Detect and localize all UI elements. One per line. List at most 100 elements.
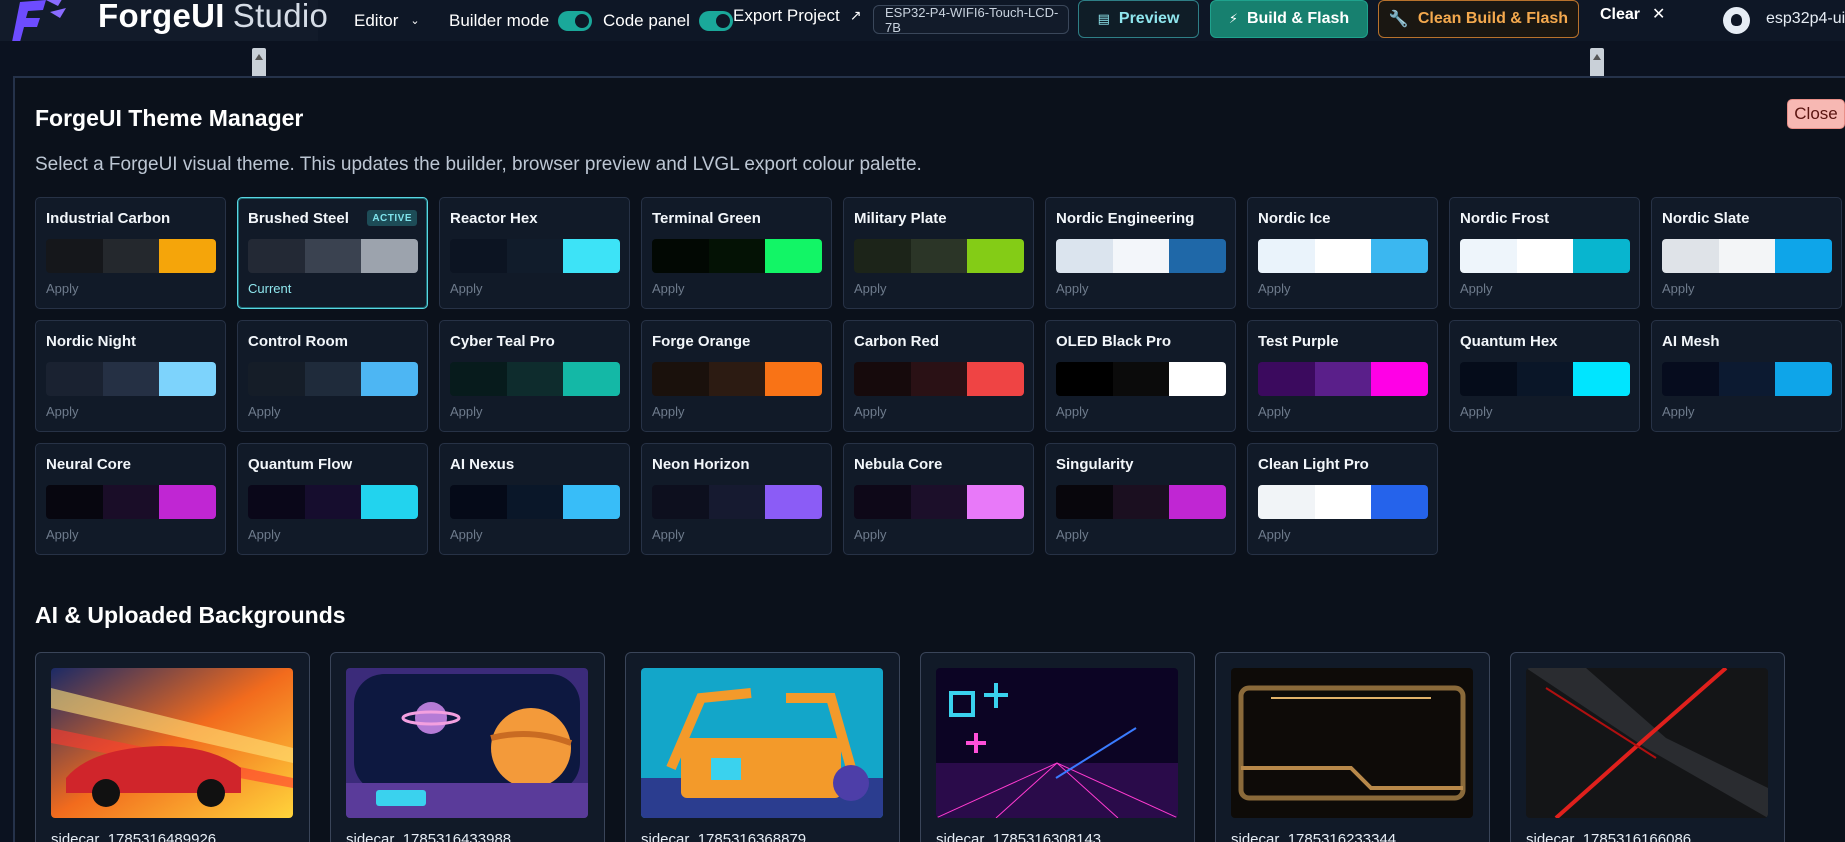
device-select[interactable]: ESP32-P4-WIFI6-Touch-LCD-7B [873, 5, 1069, 35]
apply-button[interactable]: Apply [1258, 281, 1291, 296]
apply-button[interactable]: Apply [854, 527, 887, 542]
apply-button[interactable]: Apply [1662, 281, 1695, 296]
theme-name: Quantum Flow [248, 456, 353, 473]
repo-link[interactable]: esp32p4-ui- [1766, 10, 1845, 28]
theme-name: Forge Orange [652, 333, 751, 350]
apply-button[interactable]: Apply [450, 527, 483, 542]
apply-button[interactable]: Apply [1662, 404, 1695, 419]
theme-card[interactable]: Control Room Apply [237, 320, 428, 432]
apply-button[interactable]: Apply [652, 527, 685, 542]
theme-card[interactable]: Clean Light Pro Apply [1247, 443, 1438, 555]
apply-button[interactable]: Apply [854, 281, 887, 296]
robot-factory-image[interactable] [641, 668, 883, 818]
theme-name: Control Room [248, 333, 348, 350]
neon-grid-image[interactable] [936, 668, 1178, 818]
theme-swatches [1460, 362, 1630, 396]
theme-card[interactable]: Industrial Carbon Apply [35, 197, 226, 309]
space-window-image[interactable] [346, 668, 588, 818]
close-button[interactable]: Close [1787, 99, 1845, 129]
export-project-link[interactable]: Export Project ↗ [733, 0, 862, 36]
theme-card[interactable]: Nebula Core Apply [843, 443, 1034, 555]
theme-card[interactable]: Reactor Hex Apply [439, 197, 630, 309]
theme-card[interactable]: OLED Black Pro Apply [1045, 320, 1236, 432]
scroll-up-icon[interactable] [252, 48, 266, 78]
apply-button[interactable]: Apply [46, 527, 79, 542]
theme-card[interactable]: Brushed Steel ACTIVE Current [237, 197, 428, 309]
preview-label: Preview [1118, 10, 1180, 27]
theme-card[interactable]: Singularity Apply [1045, 443, 1236, 555]
theme-card[interactable]: AI Mesh Apply [1651, 320, 1842, 432]
color-swatch [765, 362, 822, 396]
apply-button[interactable]: Apply [652, 404, 685, 419]
theme-card[interactable]: Nordic Frost Apply [1449, 197, 1640, 309]
theme-card[interactable]: Cyber Teal Pro Apply [439, 320, 630, 432]
apply-button[interactable]: Apply [1460, 404, 1493, 419]
background-card[interactable]: sidecar_1785316368879 [625, 652, 900, 842]
theme-name: Nordic Night [46, 333, 136, 350]
background-name: sidecar_1785316166086 [1526, 831, 1692, 842]
color-swatch [1112, 362, 1170, 396]
theme-name: Quantum Hex [1460, 333, 1558, 350]
apply-button[interactable]: Apply [46, 404, 79, 419]
clear-button[interactable]: Clear ✕ [1600, 4, 1665, 24]
build-flash-button[interactable]: ⚡ Build & Flash [1210, 0, 1368, 38]
apply-button[interactable]: Apply [46, 281, 79, 296]
apply-button[interactable]: Apply [450, 404, 483, 419]
github-icon[interactable] [1723, 7, 1750, 34]
theme-card[interactable]: Nordic Slate Apply [1651, 197, 1842, 309]
theme-name: OLED Black Pro [1056, 333, 1172, 350]
background-card[interactable]: sidecar_1785316433988 [330, 652, 605, 842]
theme-card[interactable]: Carbon Red Apply [843, 320, 1034, 432]
theme-card[interactable]: Quantum Hex Apply [1449, 320, 1640, 432]
preview-button[interactable]: ▤ Preview [1078, 0, 1199, 38]
builder-mode-switch[interactable] [558, 10, 593, 31]
theme-card[interactable]: Neural Core Apply [35, 443, 226, 555]
theme-card[interactable]: Nordic Ice Apply [1247, 197, 1438, 309]
clean-build-flash-label: Clean Build & Flash [1417, 10, 1569, 27]
background-card[interactable]: sidecar_1785316233344 [1215, 652, 1490, 842]
red-carbon-image[interactable] [1526, 668, 1768, 818]
sports-car-image[interactable] [51, 668, 293, 818]
theme-name: Nordic Slate [1662, 210, 1750, 227]
color-swatch [506, 485, 564, 519]
apply-button[interactable]: Apply [652, 281, 685, 296]
theme-card[interactable]: Quantum Flow Apply [237, 443, 428, 555]
theme-card[interactable]: Test Purple Apply [1247, 320, 1438, 432]
gold-panel-image[interactable] [1231, 668, 1473, 818]
theme-card[interactable]: AI Nexus Apply [439, 443, 630, 555]
apply-button[interactable]: Apply [1460, 281, 1493, 296]
code-panel-switch[interactable] [698, 10, 733, 31]
apply-button[interactable]: Apply [1258, 404, 1291, 419]
background-name: sidecar_1785316433988 [346, 831, 512, 842]
background-card[interactable]: sidecar_1785316166086 [1510, 652, 1785, 842]
color-swatch [967, 362, 1024, 396]
color-swatch [361, 362, 418, 396]
apply-button[interactable]: Apply [1258, 527, 1291, 542]
theme-swatches [450, 239, 620, 273]
theme-card[interactable]: Nordic Engineering Apply [1045, 197, 1236, 309]
apply-button[interactable]: Apply [248, 527, 281, 542]
apply-button[interactable]: Apply [854, 404, 887, 419]
clean-build-flash-button[interactable]: 🔧 Clean Build & Flash [1378, 0, 1579, 38]
theme-swatches [1662, 362, 1832, 396]
builder-mode-toggle[interactable]: Builder mode [449, 0, 593, 41]
theme-card[interactable]: Military Plate Apply [843, 197, 1034, 309]
editor-menu[interactable]: Editor ⌄ [354, 0, 420, 41]
theme-card[interactable]: Neon Horizon Apply [641, 443, 832, 555]
scroll-up-icon[interactable] [1590, 48, 1604, 78]
theme-card[interactable]: Terminal Green Apply [641, 197, 832, 309]
background-card[interactable]: sidecar_1785316489926 [35, 652, 310, 842]
color-swatch [248, 362, 305, 396]
apply-button[interactable]: Apply [1056, 404, 1089, 419]
color-swatch [1573, 239, 1630, 273]
code-panel-toggle[interactable]: Code panel [603, 0, 733, 41]
color-swatch [1314, 239, 1372, 273]
apply-button[interactable]: Apply [450, 281, 483, 296]
apply-button[interactable]: Apply [1056, 281, 1089, 296]
theme-card[interactable]: Nordic Night Apply [35, 320, 226, 432]
apply-button[interactable]: Apply [1056, 527, 1089, 542]
theme-card[interactable]: Forge Orange Apply [641, 320, 832, 432]
background-card[interactable]: sidecar_1785316308143 [920, 652, 1195, 842]
apply-button[interactable]: Apply [248, 404, 281, 419]
color-swatch [910, 485, 968, 519]
